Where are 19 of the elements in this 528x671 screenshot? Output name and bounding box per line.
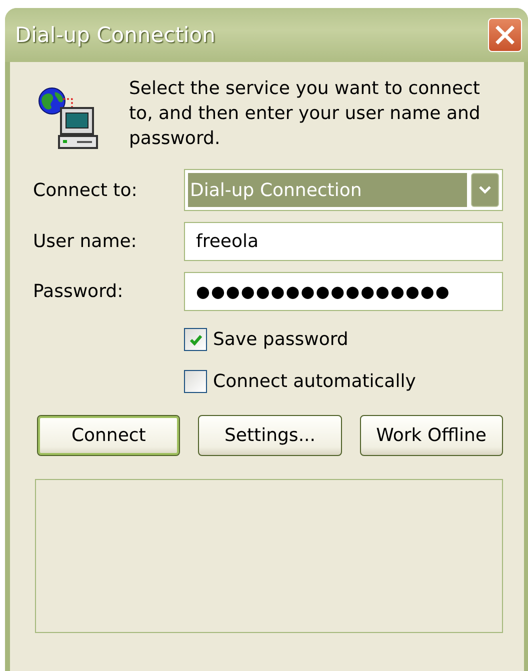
dialog-button[interactable]: Settings...: [198, 415, 342, 456]
field-label: Password:: [33, 281, 124, 302]
close-icon: [494, 24, 516, 46]
password-field[interactable]: ●●●●●●●●●●●●●●●●●: [184, 272, 503, 311]
checkbox[interactable]: [184, 370, 207, 393]
field-label: User name:: [33, 231, 138, 252]
checkbox[interactable]: [184, 328, 207, 351]
globe-computer-icon: [37, 86, 101, 150]
dialog-button[interactable]: Connect: [37, 415, 180, 456]
checkbox-label[interactable]: Save password: [213, 329, 348, 350]
username-field[interactable]: freeola: [184, 222, 503, 261]
instruction-text: Select the service you want to connect to, and then enter your user name and password.: [129, 77, 482, 151]
checkbox-label[interactable]: Connect automatically: [213, 371, 416, 392]
field-label: Connect to:: [33, 180, 138, 200]
dialog-button[interactable]: Work Offline: [360, 415, 503, 456]
dropdown-button[interactable]: [471, 173, 499, 207]
window-title: Dial-up Connection: [14, 23, 216, 47]
close-button[interactable]: [488, 18, 522, 52]
chevron-down-icon: [478, 185, 492, 195]
